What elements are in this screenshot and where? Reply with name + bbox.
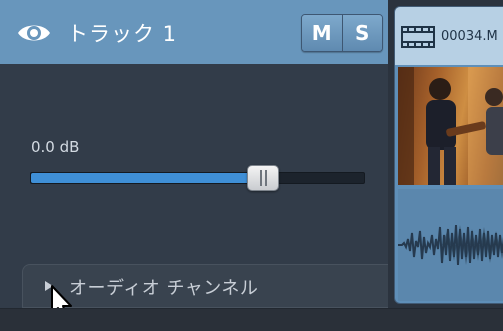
audio-channel-label: オーディオ チャンネル (69, 278, 259, 299)
volume-slider-fill (31, 173, 264, 183)
clip-title-bar: 00034.M (395, 7, 503, 65)
volume-readout: 0.0 dB (31, 138, 80, 156)
track-header: トラック 1 M S (0, 0, 389, 64)
timeline-bottom-bar (0, 308, 503, 331)
volume-slider-track[interactable] (30, 172, 365, 184)
mute-solo-group: M S (301, 14, 383, 52)
audio-waveform (398, 224, 503, 266)
audio-channel-row[interactable]: オーディオ チャンネル (22, 264, 388, 308)
track-name[interactable]: トラック 1 (67, 18, 177, 48)
film-strip-icon (401, 26, 435, 48)
media-clip[interactable]: 00034.M (394, 6, 503, 304)
mute-button[interactable]: M (302, 15, 342, 51)
eye-icon[interactable] (17, 21, 51, 45)
volume-slider-thumb[interactable] (247, 165, 279, 191)
timeline-clip-area: 00034.M (388, 0, 503, 308)
solo-button[interactable]: S (341, 15, 382, 51)
track-mixer-panel: 0.0 dB オーディオ チャンネル (0, 64, 388, 308)
thumbnail-image (398, 67, 503, 185)
clip-title: 00034.M (441, 29, 498, 44)
clip-waveform (398, 189, 503, 301)
clip-thumbnail (398, 67, 503, 185)
